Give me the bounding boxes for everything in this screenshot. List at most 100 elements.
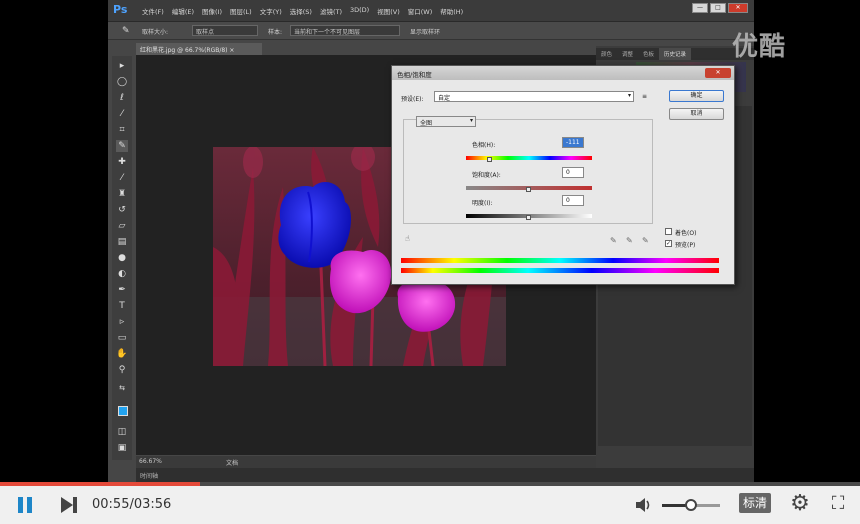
eyedropper-tool-icon[interactable]: ✎ <box>116 140 128 152</box>
panel-tab[interactable]: 调整 <box>617 48 638 60</box>
colorize-checkbox[interactable] <box>665 228 672 235</box>
show-ring-checkbox[interactable]: 显示取样环 <box>410 27 440 36</box>
blur-tool-icon[interactable]: ● <box>116 252 128 264</box>
zoom-readout[interactable]: 66.67% <box>139 458 162 465</box>
channel-value: 全图 <box>420 120 433 127</box>
dialog-close-button[interactable]: ✕ <box>705 68 731 78</box>
panel-tab[interactable]: 颜色 <box>596 48 617 60</box>
hue-slider[interactable] <box>466 156 592 162</box>
input-color-bar <box>401 258 719 263</box>
dialog-title: 色相/饱和度 <box>392 66 734 80</box>
stamp-tool-icon[interactable]: ♜ <box>116 188 128 200</box>
video-frame[interactable]: Ps 文件(F) 编辑(E) 图像(I) 图层(L) 文字(Y) 选择(S) 滤镜(T) 3D… <box>0 0 860 482</box>
menu-item[interactable]: 文件(F) <box>138 6 168 16</box>
history-brush-tool-icon[interactable]: ↺ <box>116 204 128 216</box>
saturation-label: 饱和度(A): <box>472 172 501 179</box>
preset-select[interactable]: 自定 ▾ <box>434 91 634 102</box>
panel-tab[interactable]: 历史记录 <box>659 48 692 60</box>
gear-icon[interactable]: ⚙ <box>788 492 812 516</box>
menu-item[interactable]: 编辑(E) <box>168 6 198 16</box>
menu-item[interactable]: 图层(L) <box>226 6 256 16</box>
pause-button[interactable] <box>16 495 36 515</box>
menu-bar: Ps 文件(F) 编辑(E) 图像(I) 图层(L) 文字(Y) 选择(S) 滤镜(T) 3D… <box>108 0 754 22</box>
dodge-tool-icon[interactable]: ◐ <box>116 268 128 280</box>
menu-item[interactable]: 窗口(W) <box>404 6 437 16</box>
eyedropper-plus-icon[interactable]: ✎ <box>626 236 633 245</box>
lightness-input[interactable]: 0 <box>562 195 584 206</box>
sample-size-select[interactable]: 取样点 <box>192 25 258 36</box>
quality-button[interactable]: 标清 <box>739 493 771 513</box>
saturation-input[interactable]: 0 <box>562 167 584 178</box>
maximize-button[interactable]: □ <box>710 3 726 13</box>
type-tool-icon[interactable]: T <box>116 300 128 312</box>
hue-slider-thumb[interactable] <box>486 157 492 162</box>
eyedropper-icon[interactable]: ✎ <box>610 236 617 245</box>
youku-watermark: 优酷 <box>732 32 787 62</box>
timeline-bar: 时间轴 <box>136 468 754 482</box>
lightness-slider-thumb[interactable] <box>526 215 531 220</box>
close-button[interactable]: ✕ <box>728 3 748 13</box>
volume-knob[interactable] <box>685 499 697 511</box>
preset-options-icon[interactable]: ≡ <box>642 93 647 100</box>
photoshop-logo: Ps <box>113 3 128 16</box>
hue-input[interactable]: -111 <box>562 137 584 148</box>
fullscreen-icon[interactable]: ⛶ <box>828 494 848 514</box>
chevron-down-icon: ▾ <box>469 117 473 124</box>
sample-label: 样本: <box>268 29 283 36</box>
panel-tabs: 颜色 调整 色板 历史记录 <box>596 48 754 60</box>
path-select-tool-icon[interactable]: ▹ <box>116 316 128 328</box>
document-tab[interactable]: 红和黑花.jpg @ 66.7%(RGB/8) × <box>136 43 262 55</box>
minimize-button[interactable]: — <box>692 3 708 13</box>
gradient-tool-icon[interactable]: ▤ <box>116 236 128 248</box>
menu-item[interactable]: 帮助(H) <box>436 6 467 16</box>
next-button[interactable] <box>58 495 80 515</box>
menu-items: 文件(F) 编辑(E) 图像(I) 图层(L) 文字(Y) 选择(S) 滤镜(T) 3D(D)… <box>138 6 467 16</box>
eraser-tool-icon[interactable]: ▱ <box>116 220 128 232</box>
lasso-tool-icon[interactable]: ℓ <box>116 92 128 104</box>
menu-item[interactable]: 视图(V) <box>373 6 404 16</box>
lightness-label: 明度(I): <box>472 200 493 207</box>
ok-button[interactable]: 确定 <box>669 90 724 102</box>
chevron-down-icon: ▾ <box>627 92 631 99</box>
status-bar: 66.67% 文档 <box>136 456 596 468</box>
channel-select[interactable]: 全图 ▾ <box>416 116 476 127</box>
saturation-slider[interactable] <box>466 186 592 192</box>
brush-tool-icon[interactable]: ⁄ <box>116 172 128 184</box>
menu-item[interactable]: 选择(S) <box>286 6 316 16</box>
saturation-slider-thumb[interactable] <box>526 187 531 192</box>
sample-size-label: 取样大小: <box>142 29 169 36</box>
zoom-tool-icon[interactable]: ⚲ <box>116 364 128 376</box>
menu-item[interactable]: 图像(I) <box>198 6 226 16</box>
volume-button[interactable] <box>634 496 654 514</box>
timeline-tab[interactable]: 时间轴 <box>140 471 158 480</box>
quick-select-tool-icon[interactable]: ⁄ <box>116 108 128 120</box>
crop-tool-icon[interactable]: ⌗ <box>116 124 128 136</box>
preset-value: 自定 <box>438 95 451 102</box>
preview-checkbox[interactable]: ✓ <box>665 240 672 247</box>
volume-icon <box>636 498 650 512</box>
panel-tab[interactable]: 色板 <box>638 48 659 60</box>
eyedropper-icon[interactable]: ✎ <box>122 26 132 36</box>
marquee-tool-icon[interactable]: ◯ <box>116 76 128 88</box>
lightness-slider[interactable] <box>466 214 592 220</box>
hand-tool-icon[interactable]: ✋ <box>116 348 128 360</box>
pen-tool-icon[interactable]: ✒ <box>116 284 128 296</box>
menu-item[interactable]: 文字(Y) <box>256 6 286 16</box>
move-tool-icon[interactable]: ▸ <box>116 60 128 72</box>
eyedropper-minus-icon[interactable]: ✎ <box>642 236 649 245</box>
foreground-color-swatch[interactable] <box>118 406 128 416</box>
swap-colors-icon[interactable]: ⇆ <box>116 382 128 394</box>
shape-tool-icon[interactable]: ▭ <box>116 332 128 344</box>
menu-item[interactable]: 3D(D) <box>346 6 373 16</box>
sample-select[interactable]: 当前和下一个不可见图层 <box>290 25 400 36</box>
document-info[interactable]: 文档 <box>226 458 238 467</box>
cancel-button[interactable]: 取消 <box>669 108 724 120</box>
preset-label: 预设(E): <box>401 96 424 103</box>
hue-label: 色相(H): <box>472 142 496 149</box>
volume-slider[interactable] <box>662 499 720 511</box>
quick-mask-icon[interactable]: ◫ <box>116 426 128 438</box>
screen-mode-icon[interactable]: ▣ <box>116 442 128 454</box>
targeted-adjustment-icon[interactable]: ☝ <box>405 234 410 243</box>
healing-tool-icon[interactable]: ✚ <box>116 156 128 168</box>
menu-item[interactable]: 滤镜(T) <box>316 6 346 16</box>
